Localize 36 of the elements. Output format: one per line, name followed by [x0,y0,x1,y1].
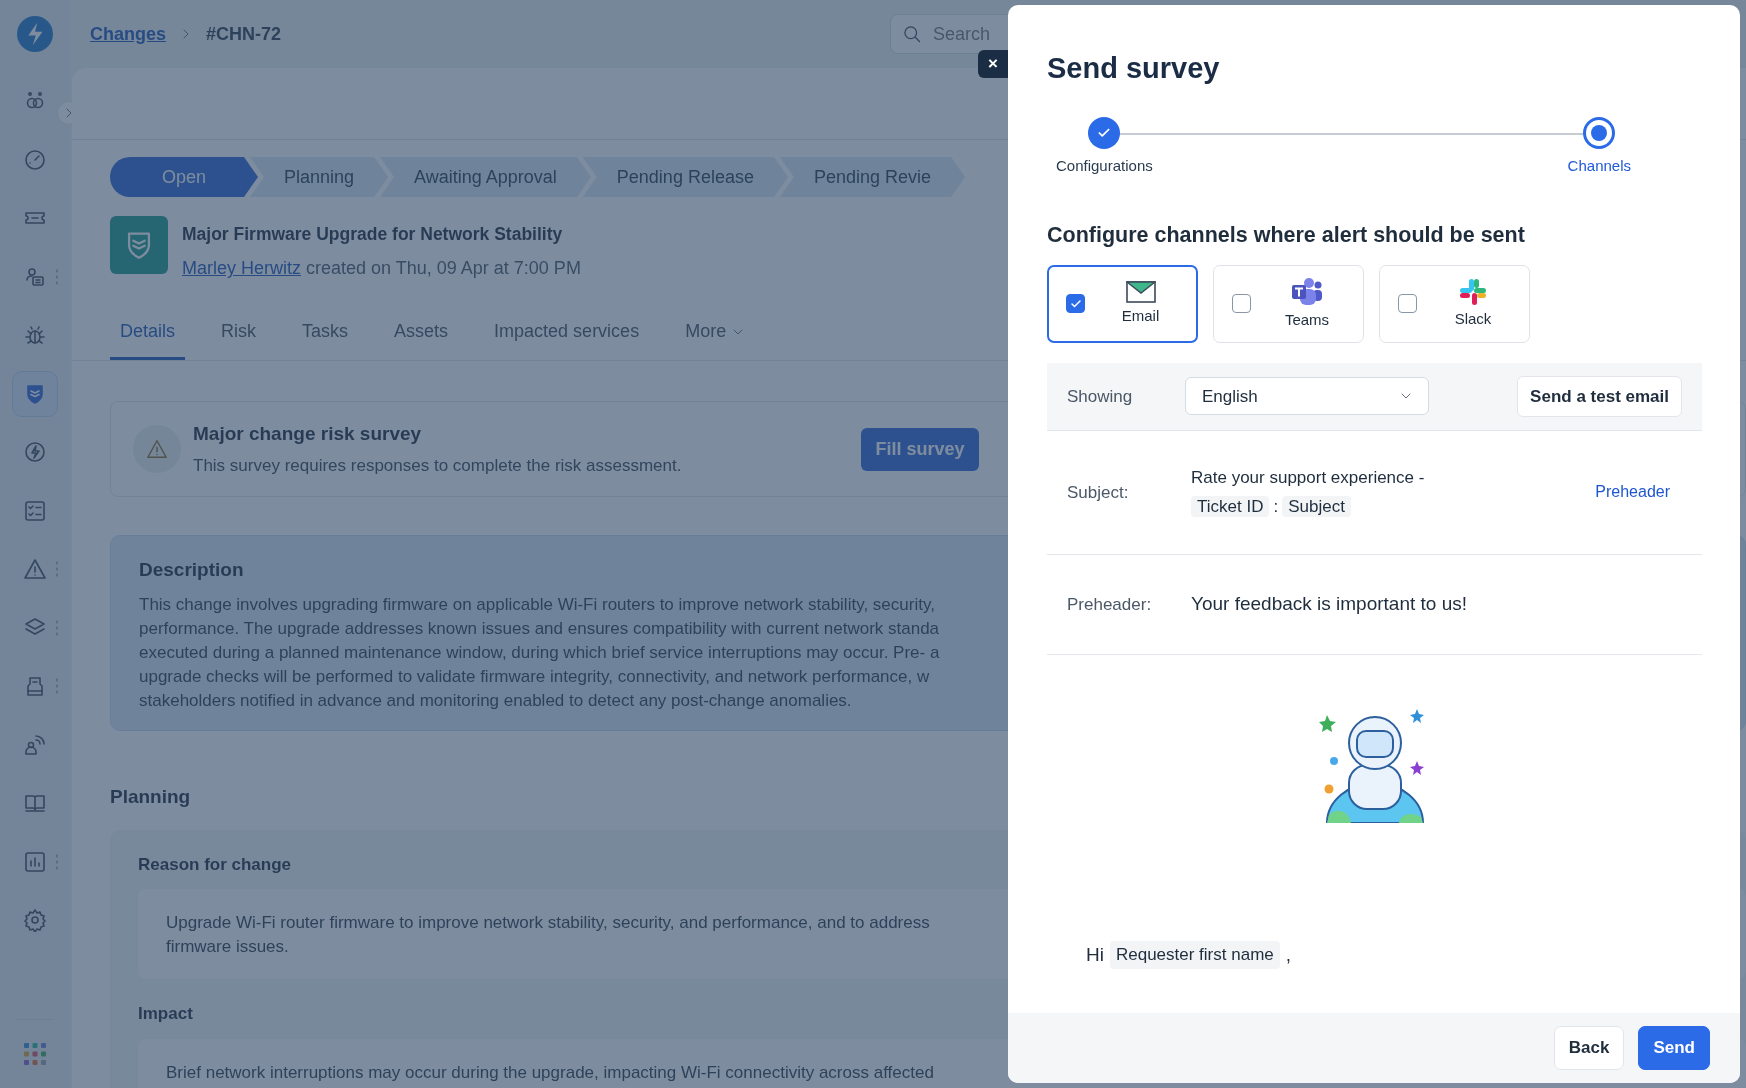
modal-title: Send survey [1047,51,1221,86]
subject-text: Rate your support experience - [1191,466,1425,489]
field-label: Reason for change [138,853,292,876]
greeting-text: Hi [1086,942,1104,967]
step-label: Channels [1567,155,1631,176]
description-text: stakeholders notified in advance and monitoring enabled to detect any post-change anomalies. [139,690,852,710]
channel-label: Teams [1284,309,1330,330]
banner-text: This survey requires responses to complete the risk assessment. [193,454,682,477]
select-value: English [1202,385,1258,408]
section-title: Description [139,558,244,583]
field-value: Upgrade Wi-Fi router firmware to improve network stability, security, and performance, and to address [166,913,930,933]
section-title: Planning [110,785,191,810]
field-label: Preheader: [1067,593,1153,616]
banner-title: Major change risk survey [193,422,423,447]
section-heading: Configure channels where alert should be sent [1047,221,1526,249]
placeholder-token: Ticket ID [1191,496,1270,518]
breadcrumb-current: #CHN-72 [206,22,282,46]
description-text: upgrade checks will be performed to validate firmware integrity, connectivity, and network performance, w [139,666,930,686]
description-text: This change involves upgrading firmware on applicable Wi-Fi routers to improve network stability, security, [139,594,935,614]
separator-text: : [1273,497,1279,517]
channel-label: Email [1121,305,1160,326]
channel-label: Slack [1454,308,1492,329]
created-date: created on Thu, 09 Apr at 7:00 PM [306,258,581,279]
field-label: Showing [1067,385,1134,408]
preheader-value: Your feedback is important to us! [1191,592,1467,616]
greeting-text: , [1285,942,1292,967]
field-label: Impact [138,1003,193,1026]
step-label: Configurations [1056,155,1153,176]
description-text: executed during a planned maintenance window, during which brief service interruptions may occur. Pre- a [139,642,940,662]
description-text: performance. The upgrade addresses known issues and ensures compatibility with current network standa [139,618,940,638]
placeholder-token: Requester first name [1109,941,1280,969]
field-label: Subject: [1067,481,1130,504]
placeholder-token: Subject [1282,496,1351,518]
field-value: Brief network interruptions may occur during the upgrade, impacting Wi-Fi connectivity across affected [166,1062,934,1082]
field-value: firmware issues. [166,937,289,957]
change-title: Major Firmware Upgrade for Network Stability [182,223,564,246]
